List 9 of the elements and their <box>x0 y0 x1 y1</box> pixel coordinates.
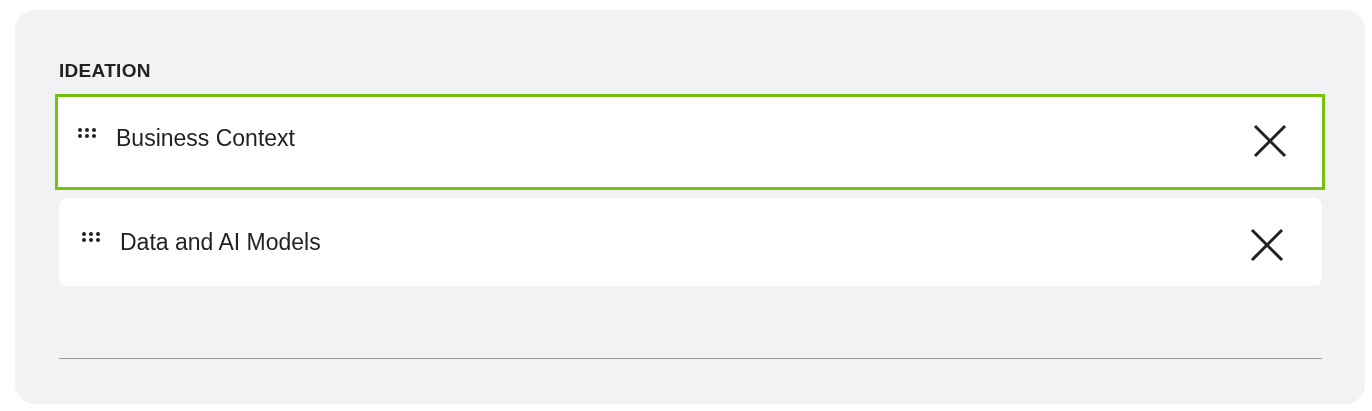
item-label: Business Context <box>116 125 296 152</box>
list-item[interactable]: Data and AI Models <box>59 198 1322 286</box>
item-label: Data and AI Models <box>120 229 322 256</box>
section-title: IDEATION <box>59 60 152 82</box>
drag-handle-icon[interactable] <box>82 232 100 242</box>
close-icon[interactable] <box>1250 228 1284 262</box>
close-icon[interactable] <box>1253 124 1287 158</box>
list-item[interactable]: Business Context <box>55 94 1325 190</box>
drag-handle-icon[interactable] <box>78 128 96 138</box>
